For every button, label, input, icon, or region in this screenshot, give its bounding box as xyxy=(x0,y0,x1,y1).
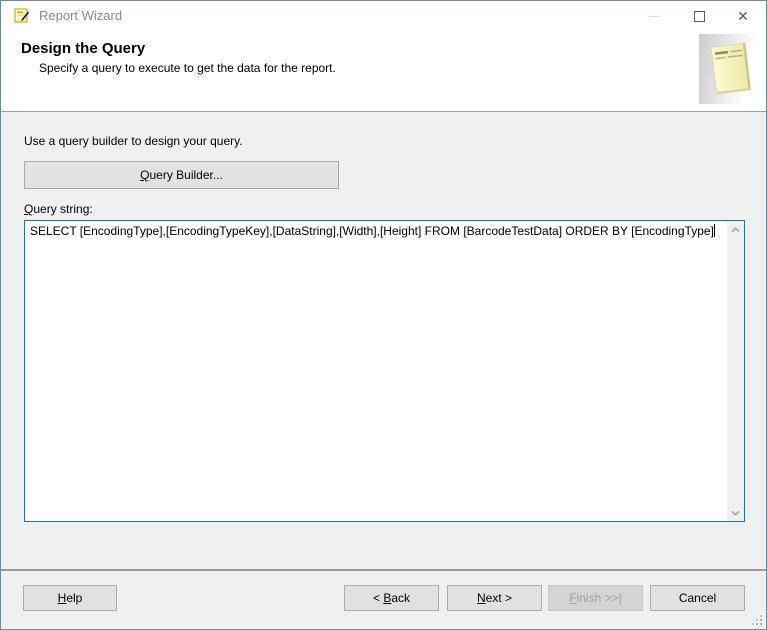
maximize-button[interactable] xyxy=(683,1,715,31)
wizard-content: Use a query builder to design your query… xyxy=(1,112,766,571)
close-icon: ✕ xyxy=(737,9,749,23)
query-text[interactable]: SELECT [EncodingType],[EncodingTypeKey],… xyxy=(25,221,727,521)
chevron-down-icon xyxy=(731,510,740,516)
titlebar: Report Wizard ✕ xyxy=(1,1,766,31)
maximize-icon xyxy=(694,11,705,22)
query-string-label: Query string: xyxy=(24,202,93,216)
close-button[interactable]: ✕ xyxy=(727,1,759,31)
report-page-art xyxy=(699,34,763,104)
next-button[interactable]: Next > xyxy=(447,585,542,611)
finish-button: Finish >>| xyxy=(548,585,643,611)
page-title: Design the Query xyxy=(21,40,145,57)
query-string-textbox[interactable]: SELECT [EncodingType],[EncodingTypeKey],… xyxy=(24,220,745,522)
footer-divider xyxy=(1,569,766,571)
resize-grip[interactable] xyxy=(750,613,763,626)
back-button[interactable]: < Back xyxy=(344,585,439,611)
help-button[interactable]: Help xyxy=(23,585,117,611)
vertical-scrollbar[interactable] xyxy=(727,221,744,521)
wizard-header: Design the Query Specify a query to exec… xyxy=(1,31,766,111)
cancel-button[interactable]: Cancel xyxy=(650,585,745,611)
query-builder-button[interactable]: Query Builder... xyxy=(24,161,339,189)
report-wizard-app-icon xyxy=(14,8,30,24)
instruction-text: Use a query builder to design your query… xyxy=(24,134,243,148)
button-bar: Help < Back Next > Finish >>| Cancel xyxy=(1,573,766,629)
page-subtitle: Specify a query to execute to get the da… xyxy=(39,61,336,75)
scroll-down-button[interactable] xyxy=(727,504,744,521)
text-caret xyxy=(714,224,715,237)
chevron-up-icon xyxy=(731,227,740,233)
minimize-icon xyxy=(649,16,660,17)
report-document-icon xyxy=(699,34,763,104)
minimize-button[interactable] xyxy=(638,1,670,31)
report-wizard-window: Report Wizard ✕ Design the Query Specify… xyxy=(0,0,767,630)
window-title: Report Wizard xyxy=(39,1,122,31)
scroll-up-button[interactable] xyxy=(727,221,744,238)
